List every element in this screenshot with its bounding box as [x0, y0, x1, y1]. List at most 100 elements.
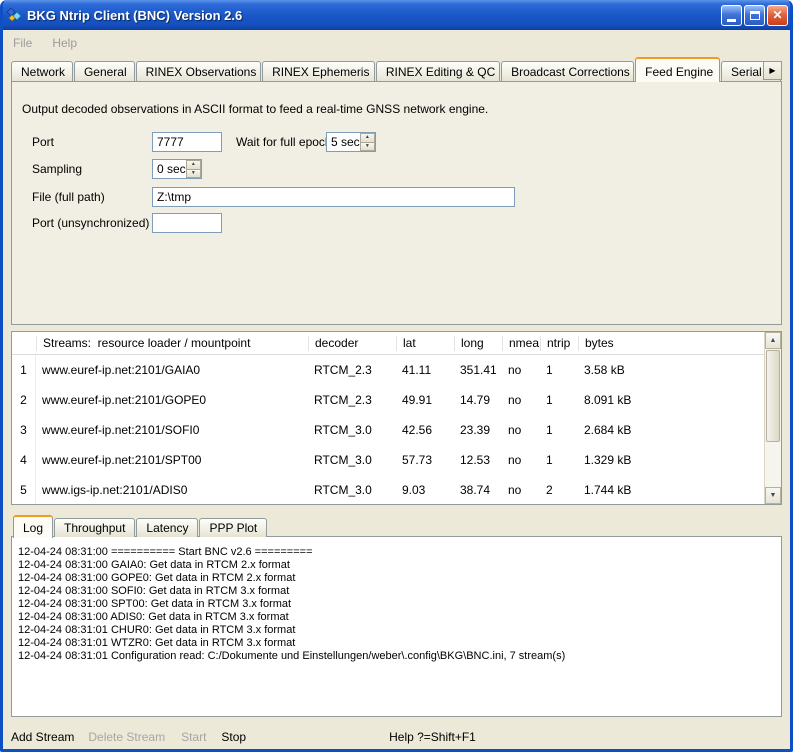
window-title: BKG Ntrip Client (BNC) Version 2.6	[27, 8, 242, 23]
tab-scroll-right-button[interactable]: ▶	[763, 61, 782, 80]
cell-mountpoint: www.euref-ip.net:2101/GOPE0	[36, 393, 308, 407]
header-decoder[interactable]: decoder	[308, 336, 396, 351]
cell-bytes: 3.58 kB	[578, 363, 764, 377]
sampling-spin-down-button[interactable]: ▼	[186, 170, 201, 179]
table-row[interactable]: 1 www.euref-ip.net:2101/GAIA0 RTCM_2.3 4…	[12, 355, 764, 385]
scrollbar-thumb[interactable]	[766, 350, 780, 442]
log-line: 12-04-24 08:31:01 WTZR0: Get data in RTC…	[18, 637, 775, 650]
log-panel[interactable]: 12-04-24 08:31:00 ========== Start BNC v…	[11, 536, 782, 717]
cell-ntrip: 1	[540, 453, 578, 467]
header-ntrip[interactable]: ntrip	[540, 336, 578, 351]
cell-lat: 9.03	[396, 483, 454, 497]
table-scrollbar[interactable]: ▲ ▼	[764, 332, 781, 504]
wait-epoch-spin-down-button[interactable]: ▼	[360, 143, 375, 152]
log-line: 12-04-24 08:31:00 SOFI0: Get data in RTC…	[18, 585, 775, 598]
spin-down-icon: ▼	[365, 144, 370, 149]
cell-long: 14.79	[454, 393, 502, 407]
titlebar[interactable]: BKG Ntrip Client (BNC) Version 2.6 ✕	[0, 0, 793, 30]
cell-nmea: no	[502, 393, 540, 407]
tab-ppp-plot[interactable]: PPP Plot	[199, 518, 267, 537]
wait-epoch-spin-up-button[interactable]: ▲	[360, 133, 375, 143]
app-icon	[6, 7, 22, 23]
row-number: 5	[12, 475, 36, 504]
port-unsync-input[interactable]	[152, 213, 222, 233]
feed-engine-panel: Output decoded observations in ASCII for…	[11, 81, 782, 325]
cell-nmea: no	[502, 483, 540, 497]
sampling-value: 0 sec	[153, 160, 186, 178]
help-shortcut-label: Help ?=Shift+F1	[389, 730, 476, 744]
header-bytes[interactable]: bytes	[578, 336, 764, 351]
scrollbar-up-button[interactable]: ▲	[765, 332, 781, 349]
row-number: 4	[12, 445, 36, 475]
tab-feed-engine[interactable]: Feed Engine	[635, 57, 720, 82]
tab-rinex-observations[interactable]: RINEX Observations	[136, 61, 261, 82]
log-line: 12-04-24 08:31:00 GOPE0: Get data in RTC…	[18, 572, 775, 585]
file-path-input[interactable]	[152, 187, 515, 207]
tab-log[interactable]: Log	[13, 515, 53, 538]
wait-epoch-value: 5 sec	[327, 133, 360, 151]
cell-ntrip: 1	[540, 363, 578, 377]
log-line: 12-04-24 08:31:00 ADIS0: Get data in RTC…	[18, 611, 775, 624]
cell-bytes: 1.329 kB	[578, 453, 764, 467]
menu-file[interactable]: File	[13, 36, 32, 50]
sampling-spinner[interactable]: 0 sec ▲ ▼	[152, 159, 202, 179]
spin-down-icon: ▼	[191, 171, 196, 176]
stop-button[interactable]: Stop	[221, 730, 246, 744]
cell-long: 38.74	[454, 483, 502, 497]
maximize-button[interactable]	[744, 5, 765, 26]
table-row[interactable]: 3 www.euref-ip.net:2101/SOFI0 RTCM_3.0 4…	[12, 415, 764, 445]
status-bar: Add Stream Delete Stream Start Stop Help…	[3, 724, 790, 750]
cell-bytes: 2.684 kB	[578, 423, 764, 437]
tab-latency[interactable]: Latency	[136, 518, 198, 537]
minimize-icon	[727, 19, 736, 22]
header-lat[interactable]: lat	[396, 336, 454, 351]
header-row-number	[12, 336, 36, 351]
wait-epoch-label: Wait for full epoch	[236, 135, 332, 149]
close-icon: ✕	[772, 9, 782, 21]
minimize-button[interactable]	[721, 5, 742, 26]
streams-table: Streams: resource loader / mountpoint de…	[11, 331, 782, 505]
cell-lat: 49.91	[396, 393, 454, 407]
port-input[interactable]	[152, 132, 222, 152]
cell-mountpoint: www.euref-ip.net:2101/GAIA0	[36, 363, 308, 377]
close-button[interactable]: ✕	[767, 5, 788, 26]
cell-ntrip: 1	[540, 423, 578, 437]
table-row[interactable]: 2 www.euref-ip.net:2101/GOPE0 RTCM_2.3 4…	[12, 385, 764, 415]
wait-epoch-spinner[interactable]: 5 sec ▲ ▼	[326, 132, 376, 152]
table-row[interactable]: 4 www.euref-ip.net:2101/SPT00 RTCM_3.0 5…	[12, 445, 764, 475]
log-line: 12-04-24 08:31:00 SPT00: Get data in RTC…	[18, 598, 775, 611]
cell-bytes: 8.091 kB	[578, 393, 764, 407]
add-stream-button[interactable]: Add Stream	[11, 730, 74, 744]
port-label: Port	[32, 135, 54, 149]
cell-decoder: RTCM_2.3	[308, 363, 396, 377]
header-long[interactable]: long	[454, 336, 502, 351]
header-mountpoint[interactable]: Streams: resource loader / mountpoint	[36, 336, 308, 351]
row-number: 2	[12, 385, 36, 415]
cell-lat: 57.73	[396, 453, 454, 467]
header-nmea[interactable]: nmea	[502, 336, 540, 351]
tab-throughput[interactable]: Throughput	[54, 518, 135, 537]
cell-long: 351.41	[454, 363, 502, 377]
tab-bar: Network General RINEX Observations RINEX…	[11, 55, 782, 82]
tab-general[interactable]: General	[74, 61, 135, 82]
menu-help[interactable]: Help	[52, 36, 77, 50]
scroll-down-icon: ▼	[770, 492, 777, 499]
log-line: 12-04-24 08:31:01 Configuration read: C:…	[18, 650, 775, 663]
cell-ntrip: 1	[540, 393, 578, 407]
tab-rinex-ephemeris[interactable]: RINEX Ephemeris	[262, 61, 375, 82]
bottom-tab-bar: Log Throughput Latency PPP Plot	[13, 513, 268, 537]
delete-stream-button[interactable]: Delete Stream	[88, 730, 165, 744]
start-button[interactable]: Start	[181, 730, 206, 744]
table-row[interactable]: 5 www.igs-ip.net:2101/ADIS0 RTCM_3.0 9.0…	[12, 475, 764, 504]
sampling-spin-up-button[interactable]: ▲	[186, 160, 201, 170]
tab-network[interactable]: Network	[11, 61, 73, 82]
scroll-up-icon: ▲	[770, 337, 777, 344]
cell-long: 23.39	[454, 423, 502, 437]
tab-rinex-editing-qc[interactable]: RINEX Editing & QC	[376, 61, 500, 82]
cell-mountpoint: www.igs-ip.net:2101/ADIS0	[36, 483, 308, 497]
log-line: 12-04-24 08:31:00 GAIA0: Get data in RTC…	[18, 559, 775, 572]
scrollbar-down-button[interactable]: ▼	[765, 487, 781, 504]
chevron-right-icon: ▶	[769, 66, 775, 75]
spin-up-icon: ▲	[365, 135, 370, 140]
tab-broadcast-corrections[interactable]: Broadcast Corrections	[501, 61, 634, 82]
